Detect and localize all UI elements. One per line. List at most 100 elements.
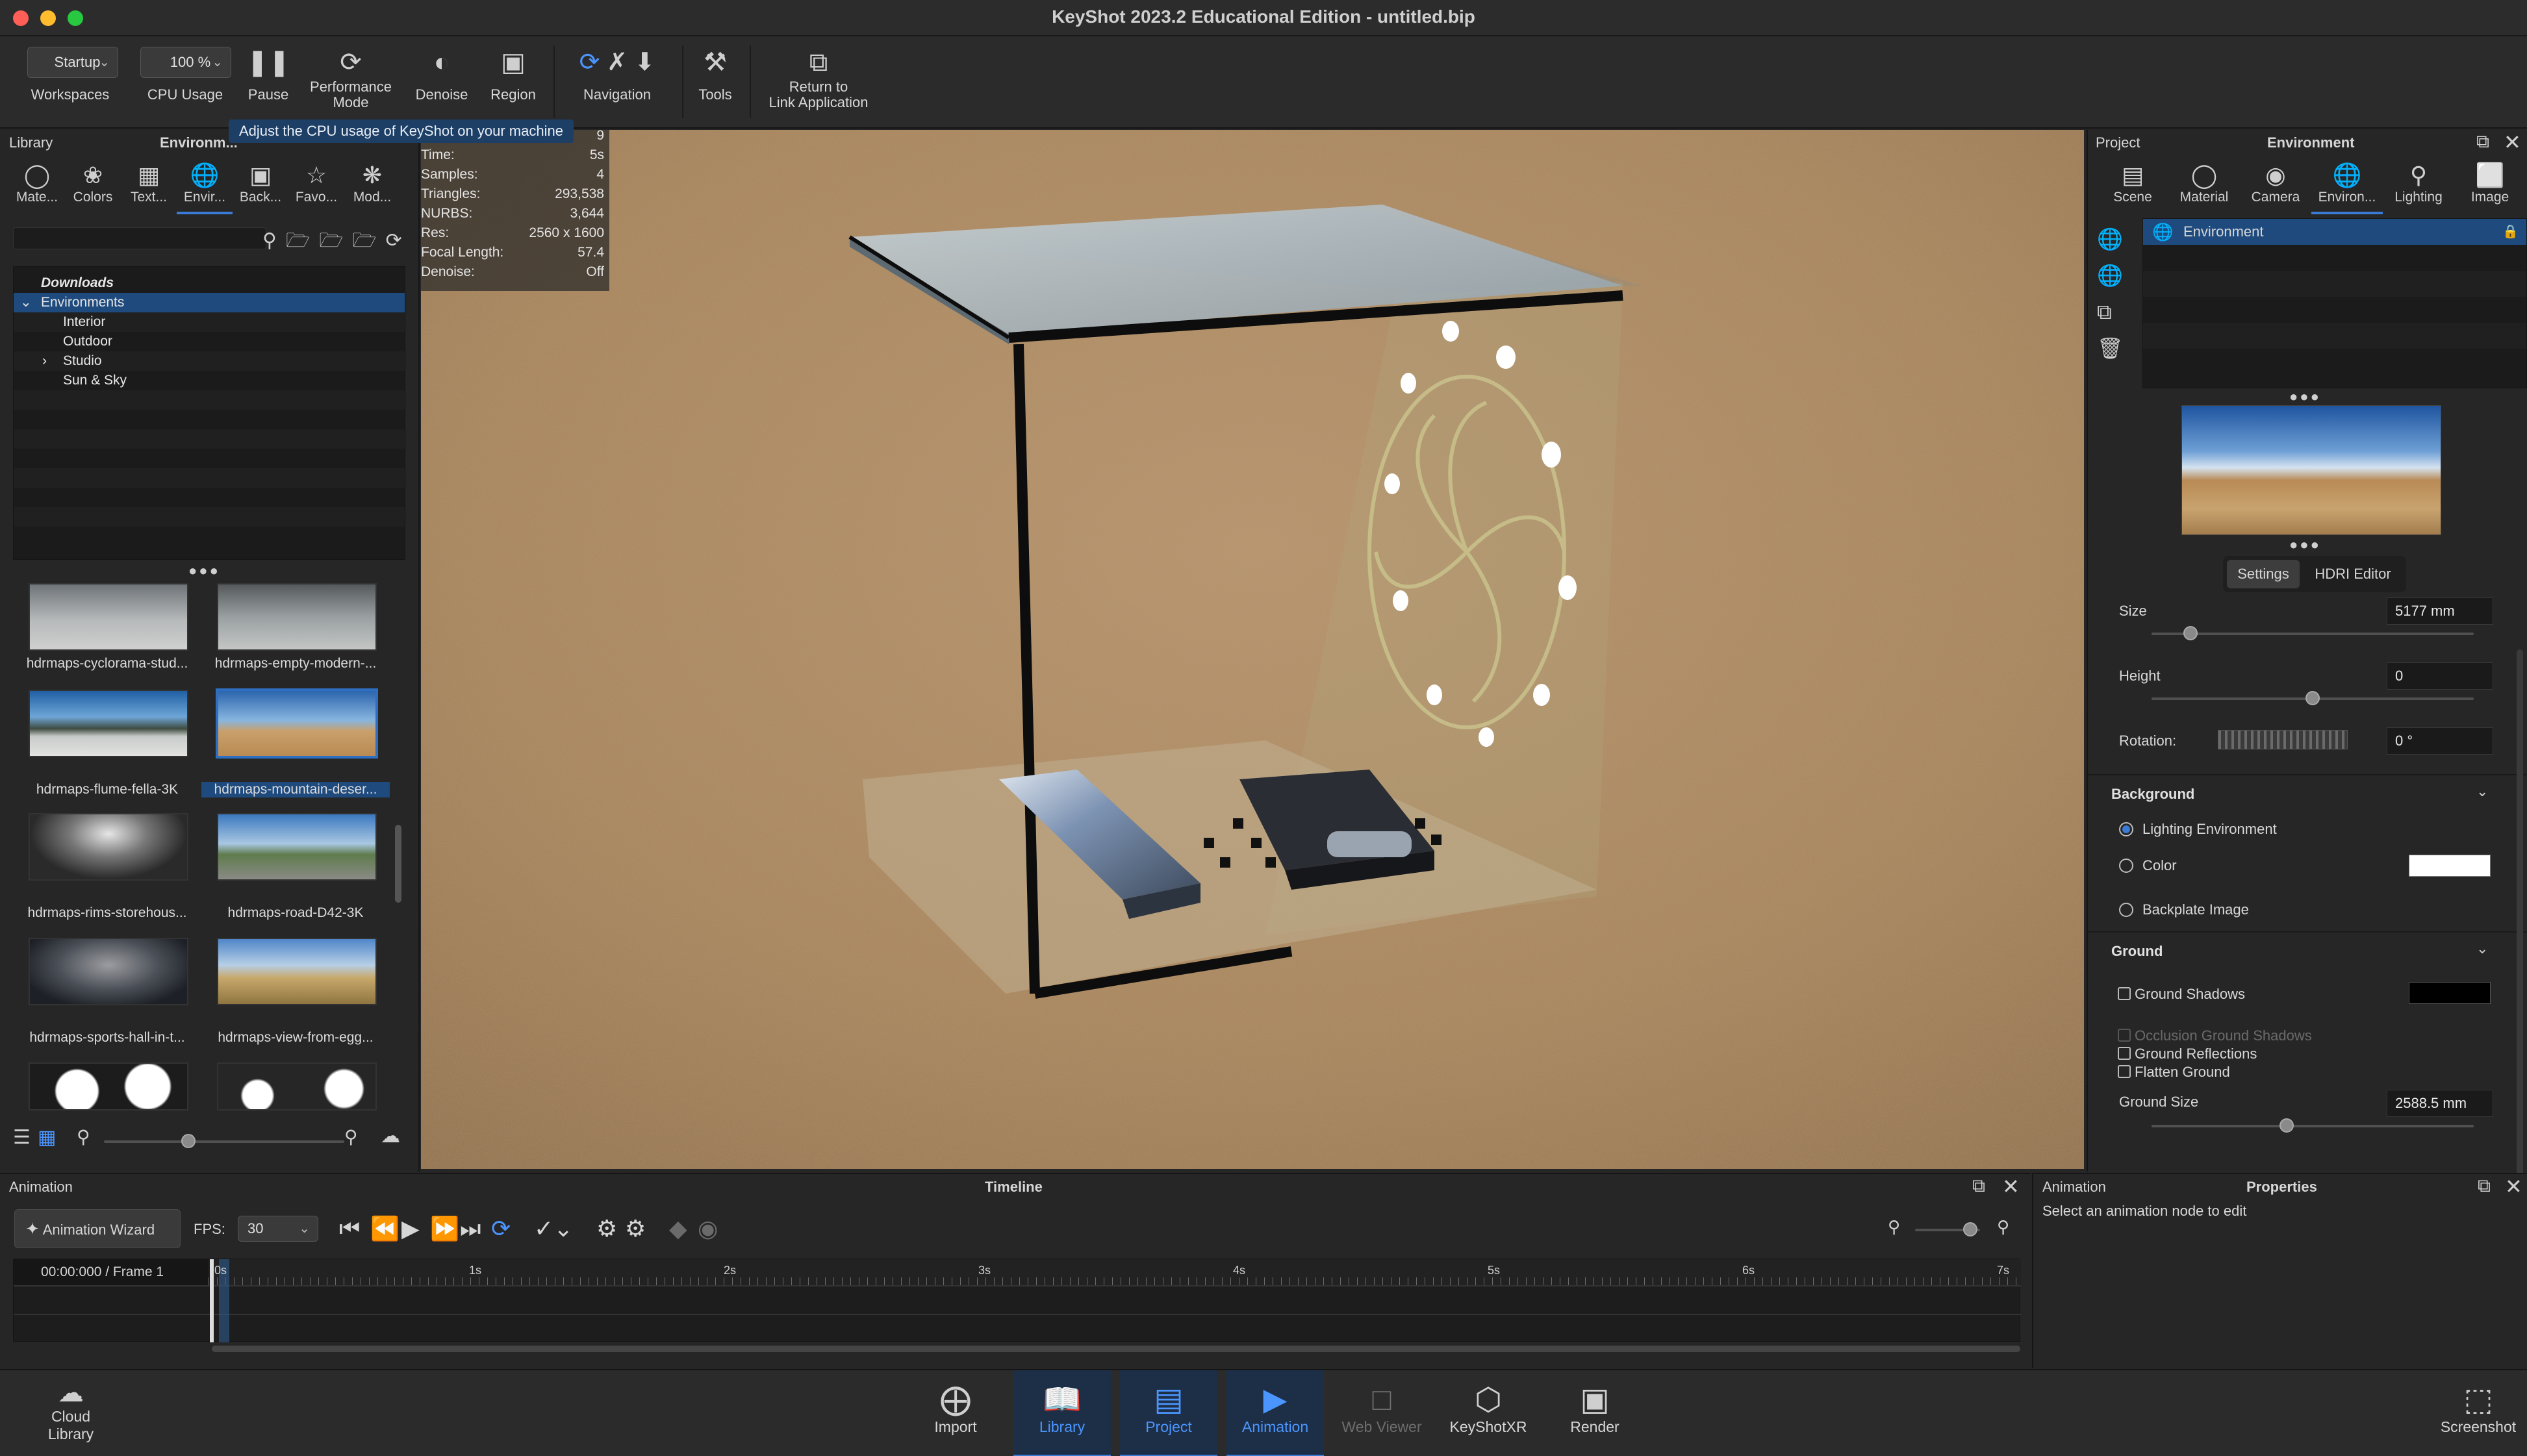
zoom-out-icon[interactable]: ⚲ — [77, 1126, 90, 1148]
chevron-right-icon[interactable]: › — [42, 351, 47, 371]
ground-reflections-checkbox[interactable] — [2118, 1047, 2131, 1060]
chevron-down-icon[interactable]: ⌄ — [20, 293, 32, 312]
keyframe-tools-icon[interactable]: ✓⌄ — [534, 1216, 573, 1242]
thumbnail-rims-storehouse[interactable] — [29, 813, 188, 881]
thumbnail-cyclorama[interactable] — [29, 583, 188, 651]
import-button[interactable]: ⨁ Import — [907, 1370, 1004, 1456]
tree-sun-sky[interactable]: Sun & Sky — [14, 371, 405, 390]
step-forward-icon[interactable]: ⏩ — [430, 1216, 459, 1242]
tools-button[interactable]: ⚒ Tools — [689, 36, 742, 129]
library-button[interactable]: 📖 Library — [1013, 1370, 1111, 1456]
background-color-swatch[interactable] — [2409, 855, 2491, 877]
splitter-handle-icon[interactable]: ●●● — [2289, 388, 2321, 405]
size-field[interactable]: 5177 mm — [2387, 597, 2493, 625]
chevron-down-icon[interactable]: ⌄ — [2476, 940, 2488, 957]
close-icon[interactable]: ✕ — [2504, 130, 2521, 155]
thumbnail-view-from-egg[interactable] — [217, 938, 377, 1005]
tab-camera[interactable]: ◉ Camera — [2240, 158, 2311, 214]
copy-environment-icon[interactable]: ⧉ — [2097, 294, 2124, 330]
subtab-settings[interactable]: Settings — [2227, 560, 2300, 588]
close-icon[interactable]: ✕ — [2002, 1174, 2020, 1199]
keyshotxr-button[interactable]: ⬡ KeyShotXR — [1440, 1370, 1537, 1456]
cpu-usage-dropdown[interactable]: 100 % ⌄ — [140, 47, 231, 78]
thumbnail-scrollbar[interactable] — [395, 825, 401, 903]
undock-icon[interactable]: ⧉ — [2478, 1175, 2491, 1197]
folder-open-icon[interactable]: 🗁 — [352, 230, 385, 251]
pan-icon[interactable]: ✗ — [607, 49, 628, 76]
project-button[interactable]: ▤ Project — [1120, 1370, 1217, 1456]
hdri-preview[interactable] — [2181, 405, 2441, 535]
undock-icon[interactable]: ⧉ — [2476, 131, 2489, 153]
tree-outdoor[interactable]: Outdoor — [14, 332, 405, 351]
undock-icon[interactable]: ⧉ — [1972, 1175, 1985, 1197]
jump-end-icon[interactable]: ⏭ — [460, 1216, 481, 1242]
tree-downloads[interactable]: Downloads — [14, 273, 405, 293]
tree-environments[interactable]: ⌄ Environments — [14, 293, 405, 312]
folder-remove-icon[interactable]: 🗁 — [319, 230, 352, 251]
fps-dropdown[interactable]: 30 ⌄ — [238, 1216, 318, 1242]
cloud-library-button[interactable]: ☁ Cloud Library — [22, 1370, 120, 1456]
tab-backplates[interactable]: ▣ Back... — [233, 158, 288, 214]
zoom-in-icon[interactable]: ⚲ — [1997, 1217, 2009, 1237]
height-slider-knob[interactable] — [2305, 691, 2320, 705]
trash-icon[interactable]: 🗑 — [2097, 330, 2124, 366]
environment-list-item[interactable]: 🌐 Environment 🔒 — [2143, 219, 2526, 245]
gear-icon[interactable]: ⚙ — [596, 1216, 617, 1242]
grid-view-icon[interactable]: ▦ — [38, 1126, 56, 1149]
thumbnail-road-d42[interactable] — [217, 813, 377, 881]
ground-shadows-checkbox[interactable] — [2118, 987, 2131, 1000]
zoom-out-icon[interactable]: ⚲ — [1888, 1217, 1900, 1237]
return-link-button[interactable]: ⧉ Return to Link Application — [754, 36, 883, 129]
render-button[interactable]: ▣ Render — [1546, 1370, 1644, 1456]
animation-button[interactable]: ▶ Animation — [1226, 1370, 1324, 1456]
add-environment-icon[interactable]: 🌐 — [2097, 221, 2124, 257]
play-icon[interactable]: ▶ — [401, 1216, 420, 1242]
tab-material[interactable]: ◯ Material — [2168, 158, 2240, 214]
rotate-icon[interactable]: ⟳ — [579, 49, 600, 76]
thumbnail-mountain-desert[interactable] — [216, 688, 378, 759]
tab-colors[interactable]: ❀ Colors — [65, 158, 121, 214]
tab-environment[interactable]: 🌐 Environ... — [2311, 158, 2383, 214]
pause-button[interactable]: ❚❚ Pause — [242, 36, 295, 129]
subtab-hdri-editor[interactable]: HDRI Editor — [2302, 560, 2404, 588]
refresh-icon[interactable]: ⟳ — [386, 230, 411, 251]
splitter-handle-icon[interactable]: ●●● — [188, 562, 220, 579]
search-icon[interactable]: ⚲ — [262, 230, 286, 251]
library-search-input[interactable] — [13, 227, 266, 249]
thumbnail-flume-fella[interactable] — [29, 690, 188, 757]
rotation-dial[interactable] — [2218, 730, 2348, 749]
splitter-handle-icon[interactable]: ●●● — [2289, 536, 2321, 553]
timeline-scrollbar[interactable] — [212, 1346, 2020, 1352]
chevron-down-icon[interactable]: ⌄ — [2476, 783, 2488, 800]
tab-materials[interactable]: ◯ Mate... — [9, 158, 65, 214]
tree-interior[interactable]: Interior — [14, 312, 405, 332]
tab-environments[interactable]: 🌐 Envir... — [177, 158, 233, 214]
ground-section-title[interactable]: Ground — [2111, 943, 2163, 960]
thumbnail-studio-lights-1[interactable] — [29, 1062, 188, 1111]
playhead[interactable] — [210, 1259, 214, 1342]
lock-icon[interactable]: 🔒 — [2502, 219, 2519, 245]
size-slider[interactable] — [2152, 633, 2474, 635]
tab-models[interactable]: ❋ Mod... — [344, 158, 400, 214]
height-field[interactable]: 0 — [2387, 662, 2493, 690]
thumbnail-size-knob[interactable] — [181, 1134, 196, 1148]
tab-scene[interactable]: ▤ Scene — [2097, 158, 2168, 214]
region-button[interactable]: ▣ Region — [481, 36, 546, 129]
timeline-zoom-knob[interactable] — [1963, 1222, 1977, 1236]
workspace-dropdown[interactable]: Startup ⌄ — [27, 47, 118, 78]
ground-size-slider-knob[interactable] — [2279, 1118, 2294, 1133]
size-slider-knob[interactable] — [2183, 626, 2198, 640]
thumbnail-studio-lights-2[interactable] — [217, 1062, 377, 1111]
animation-wizard-button[interactable]: ✦ Animation Wizard — [14, 1209, 181, 1248]
ground-shadow-color-swatch[interactable] — [2409, 982, 2491, 1004]
cloud-download-icon[interactable]: ☁ — [381, 1125, 400, 1148]
tab-image[interactable]: ⬜ Image — [2454, 158, 2526, 214]
radio-lighting-environment[interactable] — [2119, 822, 2133, 836]
timeline-track-area[interactable]: 00:00:000 / Frame 1 — [13, 1259, 2021, 1342]
thumbnail-empty-modern[interactable] — [217, 583, 377, 651]
performance-mode-button[interactable]: ⟳ Performance Mode — [299, 36, 403, 129]
tab-favorites[interactable]: ☆ Favo... — [288, 158, 344, 214]
ground-size-slider[interactable] — [2152, 1125, 2474, 1127]
render-viewport[interactable] — [421, 130, 2084, 1169]
step-back-icon[interactable]: ⏪ — [370, 1216, 400, 1242]
